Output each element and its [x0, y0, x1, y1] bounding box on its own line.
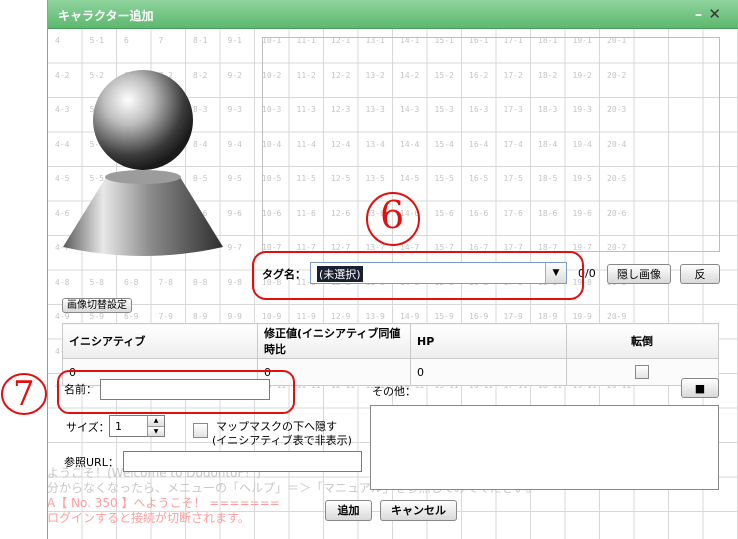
annotation-tag-highlight [252, 251, 584, 300]
size-stepper[interactable]: 1 ▲ ▼ [109, 415, 165, 437]
cancel-button[interactable]: キャンセル [380, 500, 457, 521]
other-label: その他： [372, 385, 416, 398]
color-button[interactable]: ■ [681, 378, 719, 398]
stepper-up-icon[interactable]: ▲ [148, 416, 164, 426]
other-textarea[interactable] [370, 405, 719, 490]
annotation-number-six: 6 [380, 193, 405, 237]
annotation-name-highlight [57, 370, 295, 414]
annotation-number-seven: 7 [13, 374, 35, 414]
column-initiative: イニシアティブ [62, 323, 258, 359]
title-bar[interactable]: キャラクター追加 – ✕ [48, 0, 738, 29]
url-input[interactable] [123, 451, 362, 472]
map-mask-checkbox[interactable] [193, 423, 208, 438]
window-title: キャラクター追加 [58, 9, 154, 23]
column-hp: HP [410, 323, 567, 359]
column-modifier: 修正値(イニシアティブ同値時比 [257, 323, 411, 359]
hp-cell[interactable]: 0 [410, 358, 567, 386]
url-label: 参照URL： [64, 456, 119, 469]
column-fallen: 転倒 [566, 323, 719, 359]
minimize-icon[interactable]: – [695, 5, 703, 23]
flip-button[interactable]: 反 [680, 264, 720, 284]
fallen-checkbox[interactable] [635, 365, 649, 379]
preview-frame [262, 37, 720, 252]
size-label: サイズ： [66, 421, 110, 434]
size-value: 1 [115, 420, 122, 433]
add-button[interactable]: 追加 [325, 500, 372, 521]
hidden-image-button[interactable]: 隠し画像 [607, 264, 671, 284]
map-mask-sublabel: (イニシアティブ表で非表示) [212, 434, 352, 447]
close-icon[interactable]: ✕ [708, 5, 721, 23]
image-switch-settings-button[interactable]: 画像切替設定 [62, 298, 132, 313]
stepper-down-icon[interactable]: ▼ [148, 426, 164, 436]
character-image [63, 70, 223, 256]
